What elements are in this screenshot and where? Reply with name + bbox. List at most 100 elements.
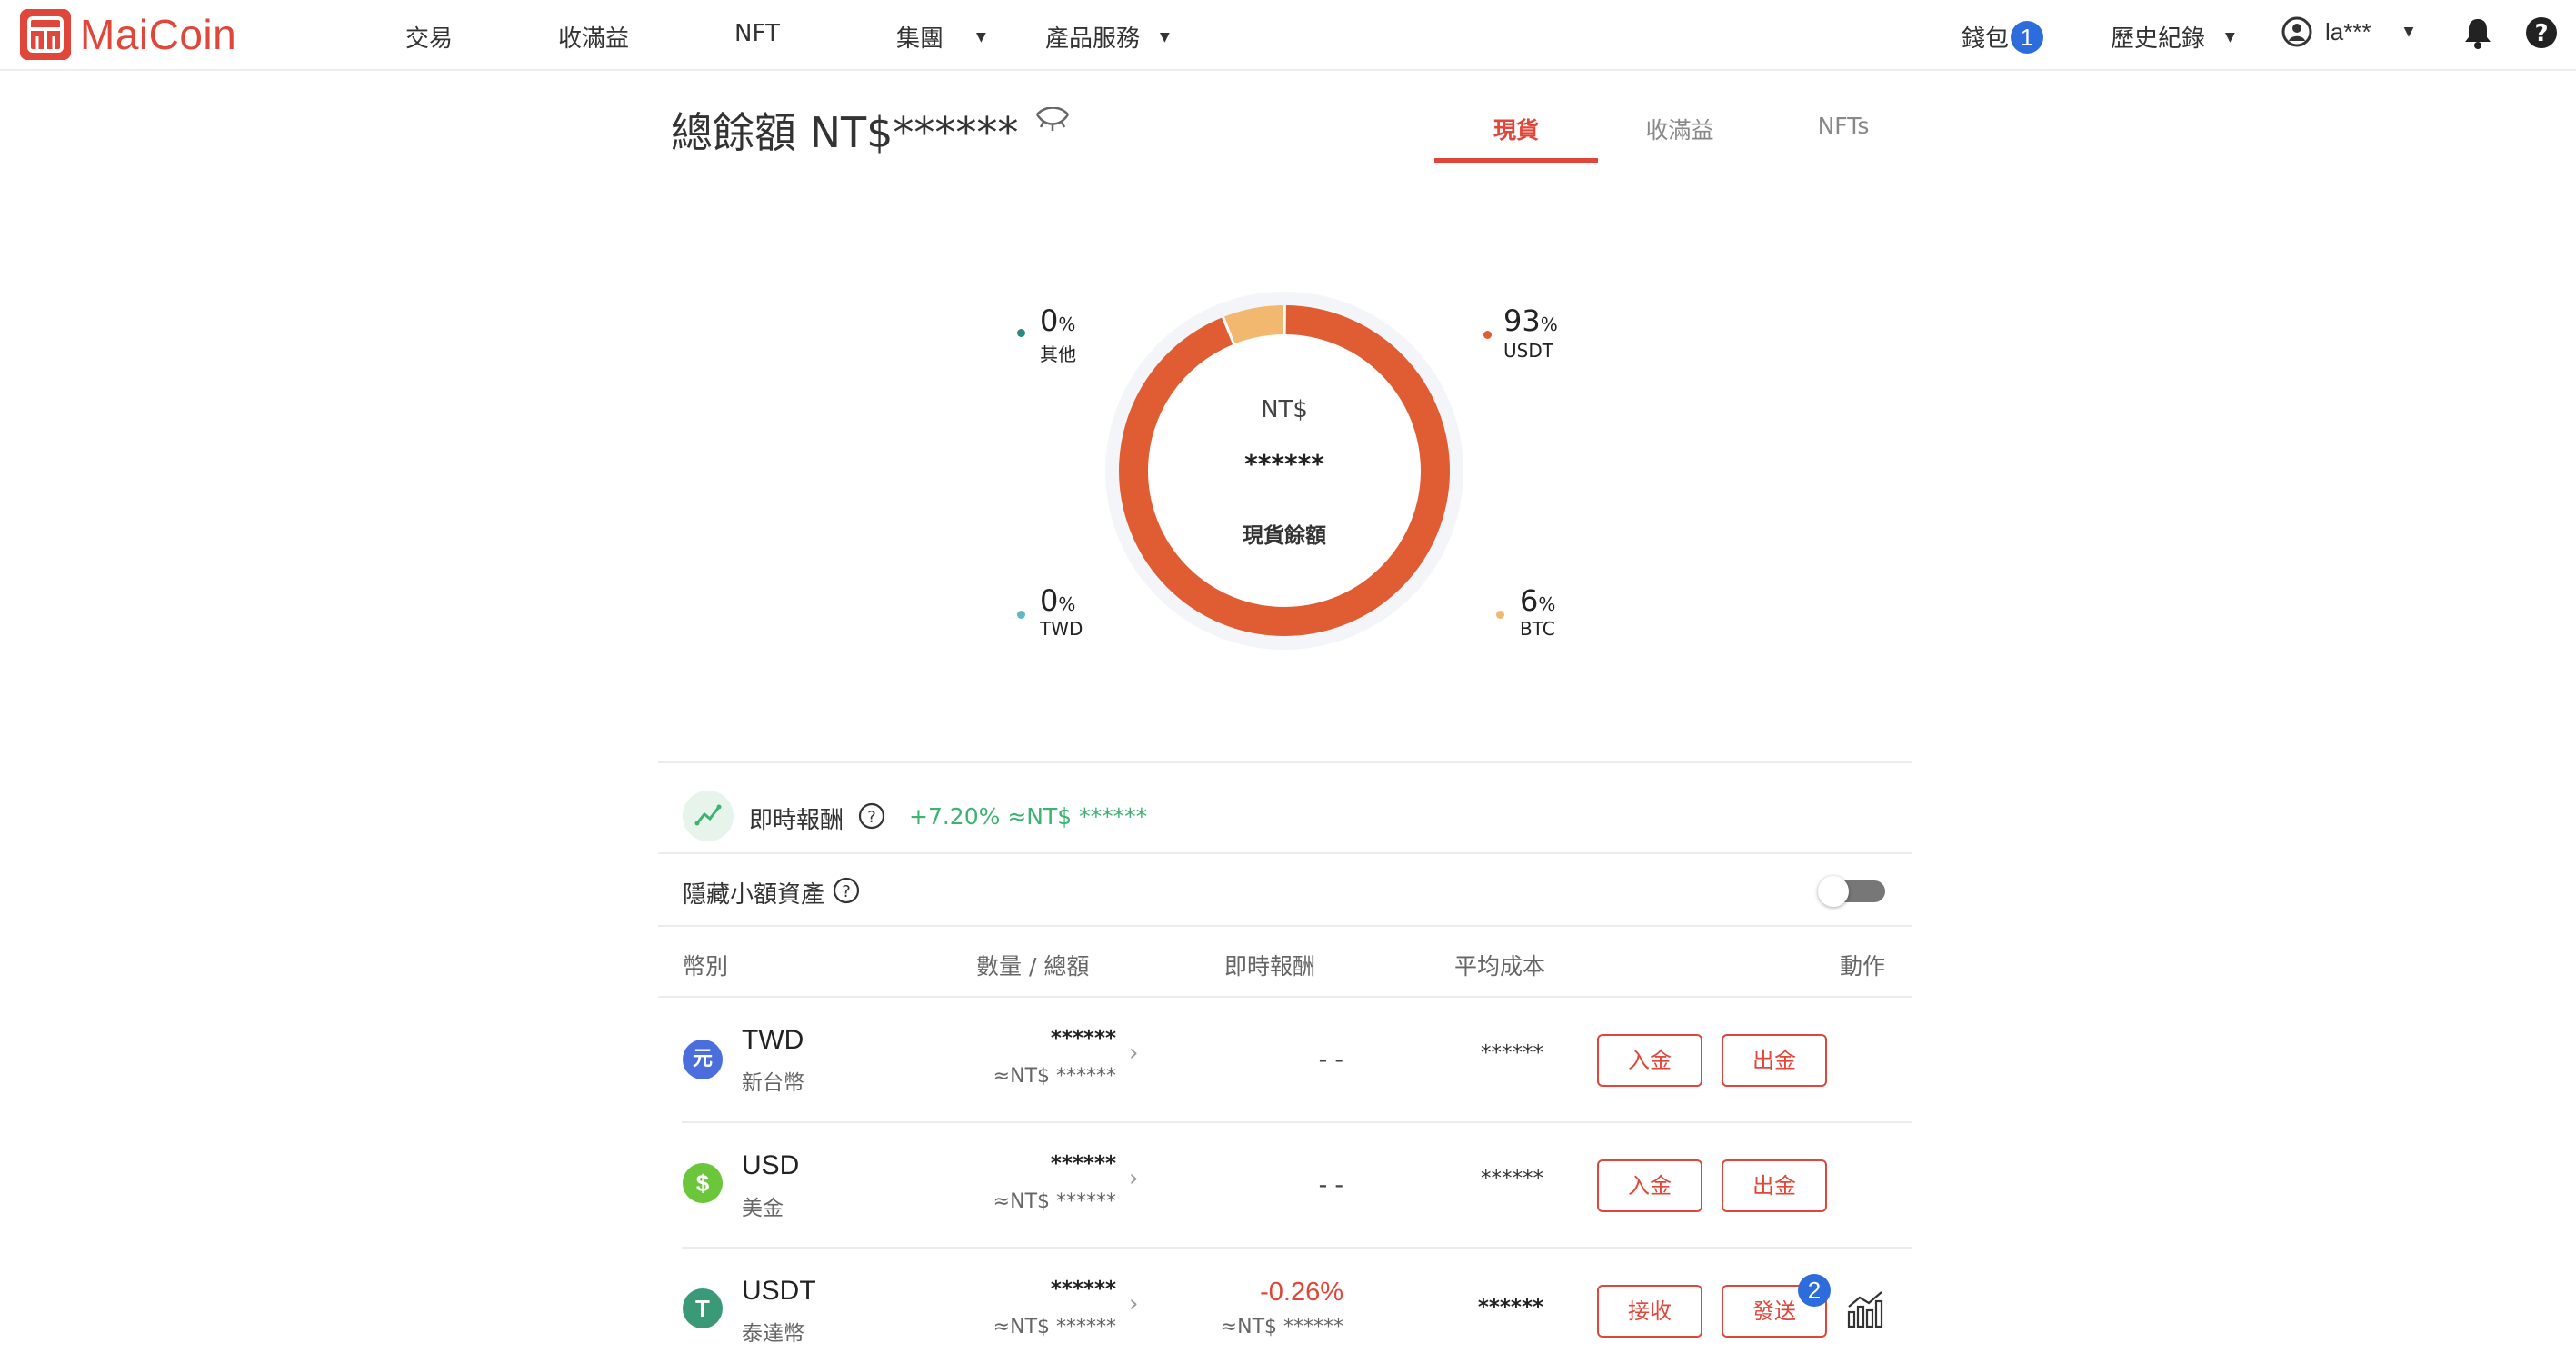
row-divider — [682, 1121, 1912, 1123]
receive-button[interactable]: 接收 — [1597, 1285, 1702, 1338]
maicoin-logo-icon — [20, 9, 71, 60]
chevron-right-icon[interactable]: › — [1129, 1040, 1138, 1067]
pnl-value: - - — [1318, 1045, 1343, 1074]
wallet-label: 錢包 — [1962, 25, 2010, 53]
deposit-button[interactable]: 入金 — [1597, 1159, 1702, 1212]
legend-pct-twd: 0% — [1040, 583, 1076, 618]
coin-name: 美金 — [742, 1197, 784, 1220]
chevron-right-icon[interactable]: › — [1129, 1290, 1138, 1318]
caret-down-icon: ▼ — [1160, 29, 1170, 45]
col-header-pnl: 即時報酬 — [1224, 953, 1316, 980]
nav-item-label: NFT — [734, 20, 780, 47]
caret-down-icon: ▼ — [2403, 25, 2414, 39]
divider — [658, 925, 1912, 927]
deposit-button[interactable]: 入金 — [1597, 1034, 1702, 1087]
send-badge: 2 — [1798, 1274, 1831, 1307]
nav-item-products[interactable]: 產品服務 ▼ — [1045, 20, 1170, 54]
avg-cost-value: ****** — [1481, 1167, 1543, 1190]
question-circle-icon[interactable]: ? — [833, 877, 860, 908]
caret-down-icon: ▼ — [976, 29, 986, 45]
legend-pct-usdt: 93% — [1503, 303, 1558, 338]
coin-name: 泰達幣 — [742, 1322, 804, 1346]
brand-logo[interactable]: MaiCoin — [20, 9, 236, 60]
question-circle-icon[interactable]: ? — [858, 802, 885, 833]
avg-cost-value: ****** — [1477, 1296, 1543, 1319]
legend-pct-btc: 6% — [1520, 583, 1556, 618]
quantity-value: ****** — [1050, 1027, 1116, 1050]
svg-text:?: ? — [2534, 20, 2548, 47]
hide-small-assets-label: 隱藏小額資產 — [683, 881, 825, 909]
avg-cost-value: ****** — [1481, 1041, 1543, 1065]
quantity-value: ****** — [1050, 1278, 1116, 1301]
nav-item-label: 交易 — [405, 25, 454, 53]
legend-name-twd: TWD — [1040, 618, 1083, 640]
chevron-right-icon[interactable]: › — [1129, 1165, 1138, 1192]
top-navbar: MaiCoin 交易 收滿益 NFT 集團 ▼ 產品服務 ▼ 錢包 1 歷史紀錄 ▼… — [0, 0, 2576, 71]
legend-name-usdt: USDT — [1503, 340, 1553, 362]
withdraw-button[interactable]: 出金 — [1722, 1159, 1827, 1212]
bar-chart-icon[interactable] — [1845, 1288, 1885, 1332]
twd-coin-icon: 元 — [683, 1040, 723, 1079]
pnl-value: - - — [1318, 1170, 1343, 1199]
nav-item-label: 產品服務 — [1045, 25, 1141, 53]
col-header-actions: 動作 — [1840, 953, 1886, 980]
legend-name-other: 其他 — [1040, 343, 1076, 365]
nav-item-earn[interactable]: 收滿益 — [558, 20, 629, 54]
divider — [658, 996, 1912, 998]
wallet-badge: 1 — [2011, 20, 2044, 54]
nav-item-wallet[interactable]: 錢包 1 — [1962, 20, 2044, 54]
caret-down-icon: ▼ — [2225, 29, 2235, 45]
nav-item-label: 收滿益 — [558, 25, 630, 53]
nav-item-nft[interactable]: NFT — [734, 20, 780, 47]
tab-earn[interactable]: 收滿益 — [1598, 113, 1762, 145]
nav-item-history[interactable]: 歷史紀錄 ▼ — [2111, 20, 2235, 54]
legend-pct-other: 0% — [1040, 303, 1076, 338]
table-row-twd: 元 TWD 新台幣 ****** ≈NT$ ****** › - - *****… — [0, 1000, 2576, 1123]
user-menu[interactable]: la*** ▼ — [2281, 16, 2413, 47]
col-header-quantity: 數量 / 總額 — [976, 953, 1090, 980]
donut-currency: NT$ — [1261, 396, 1308, 423]
quantity-value: ****** — [1050, 1152, 1116, 1176]
donut-masked-value: ****** — [1244, 449, 1324, 479]
nav-item-label: 集團 — [896, 25, 944, 53]
svg-text:?: ? — [842, 882, 851, 901]
coin-code: TWD — [742, 1025, 804, 1055]
coin-code: USD — [742, 1150, 800, 1180]
coin-code: USDT — [742, 1276, 816, 1306]
send-button-label: 發送 — [1752, 1298, 1796, 1324]
pnl-nt-value: ≈NT$ ****** — [1220, 1316, 1343, 1338]
notification-bell-icon[interactable] — [2463, 16, 2492, 53]
row-divider — [682, 1247, 1912, 1249]
usd-coin-icon: $ — [683, 1163, 723, 1203]
legend-dot-other — [1017, 329, 1025, 337]
withdraw-button[interactable]: 出金 — [1722, 1034, 1827, 1087]
toggle-knob — [1818, 876, 1849, 907]
performance-label: 即時報酬 — [749, 807, 844, 834]
quantity-nt-value: ≈NT$ ****** — [993, 1190, 1116, 1213]
col-header-avg-cost: 平均成本 — [1454, 953, 1546, 980]
legend-dot-usdt — [1483, 331, 1492, 339]
legend-dot-twd — [1017, 611, 1025, 619]
history-label: 歷史紀錄 — [2111, 25, 2206, 53]
brand-name: MaiCoin — [80, 11, 237, 58]
col-header-currency: 幣別 — [683, 953, 729, 980]
legend-name-btc: BTC — [1520, 618, 1555, 640]
help-circle-icon[interactable]: ? — [2525, 16, 2558, 53]
divider — [658, 761, 1912, 763]
hide-small-assets-toggle[interactable] — [1818, 876, 1887, 907]
tab-spot[interactable]: 現貨 — [1434, 113, 1598, 145]
send-button[interactable]: 發送 2 — [1722, 1274, 1831, 1338]
quantity-nt-value: ≈NT$ ****** — [993, 1316, 1116, 1338]
active-tab-underline — [1434, 158, 1598, 163]
usdt-coin-icon: T — [683, 1288, 723, 1328]
legend-dot-btc — [1496, 611, 1504, 619]
pnl-value: -0.26% — [1260, 1278, 1343, 1307]
tab-nfts[interactable]: NFTs — [1762, 113, 1925, 139]
divider — [658, 852, 1912, 854]
total-balance: 總餘額 NT$****** — [671, 108, 1019, 157]
performance-value: +7.20% ≈NT$ ****** — [909, 803, 1148, 830]
trend-up-icon — [683, 791, 734, 841]
eye-closed-icon[interactable] — [1034, 106, 1071, 136]
nav-item-group[interactable]: 集團 ▼ — [896, 20, 986, 54]
nav-item-trade[interactable]: 交易 — [405, 20, 453, 54]
